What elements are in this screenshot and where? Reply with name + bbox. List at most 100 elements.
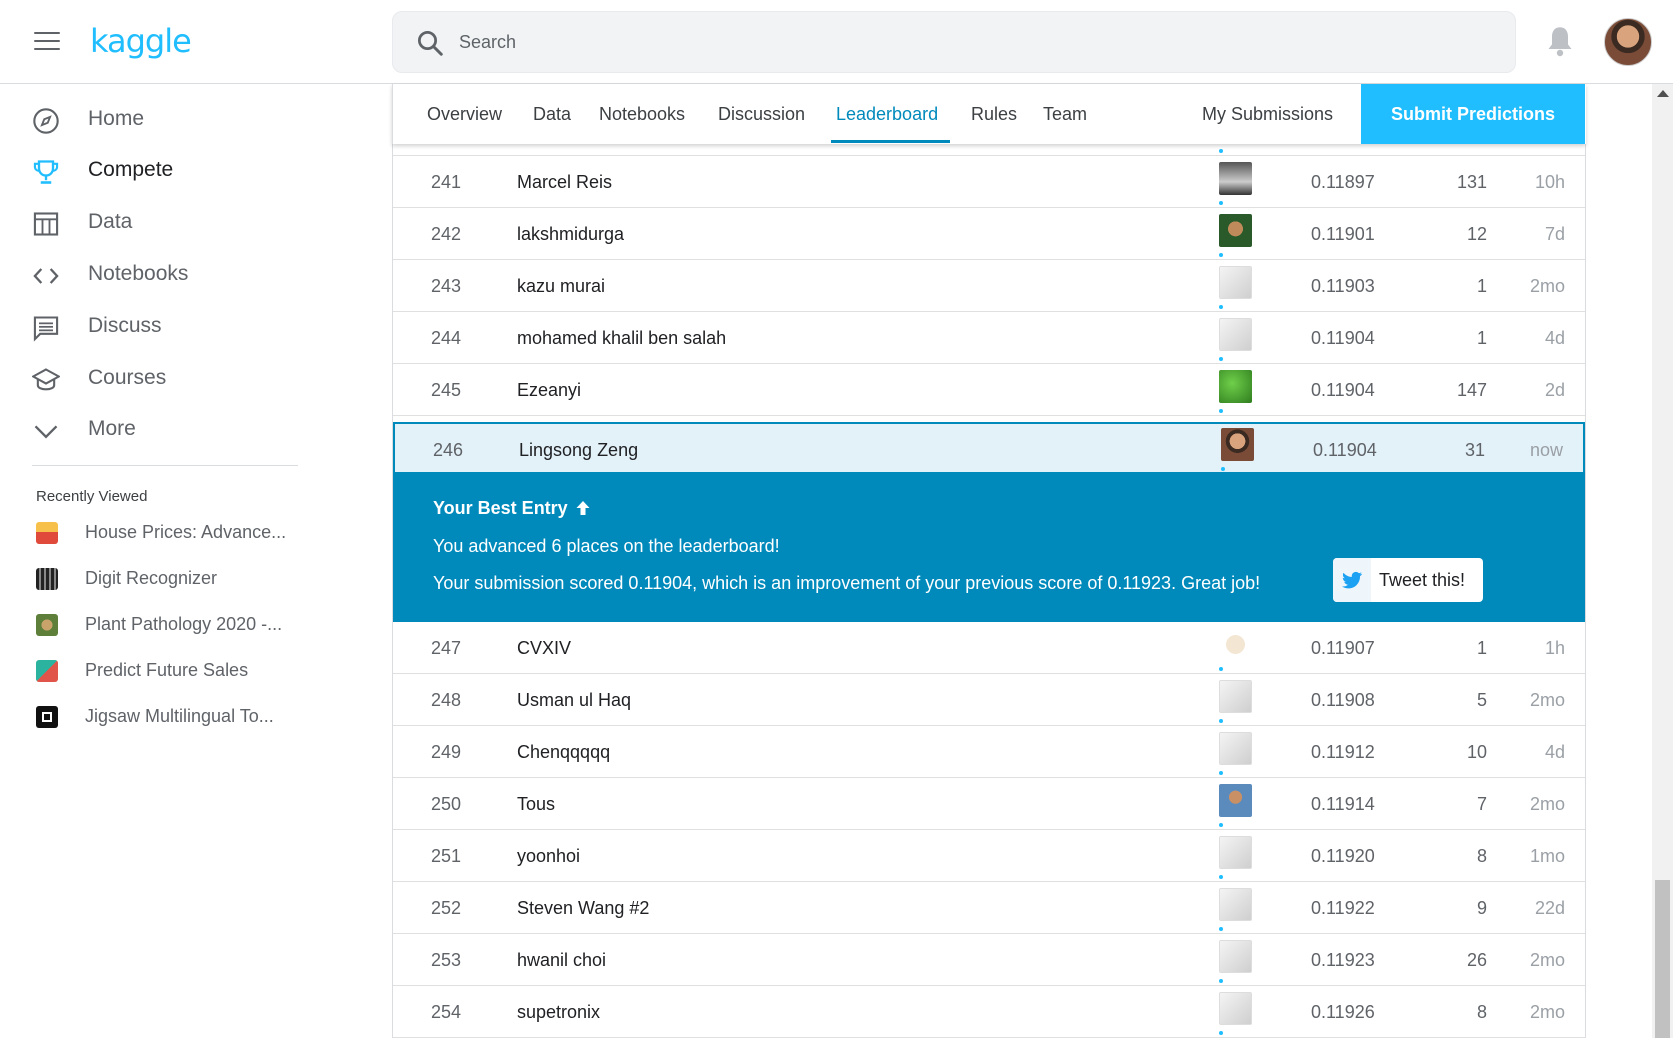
team-name-cell[interactable]: hwanil choi xyxy=(517,950,606,971)
user-avatar-icon[interactable] xyxy=(1219,162,1252,195)
scrollbar-thumb[interactable] xyxy=(1655,880,1670,1038)
user-avatar-icon[interactable] xyxy=(1221,428,1254,461)
table-row[interactable]: 247 CVXIV 0.11907 1 1h xyxy=(393,622,1585,674)
kaggle-app: kaggle Home xyxy=(0,0,1673,1038)
sidebar-item-compete[interactable]: Compete xyxy=(0,146,300,198)
user-avatar-icon[interactable] xyxy=(1219,214,1252,247)
user-avatar-icon[interactable] xyxy=(1219,370,1252,403)
team-name-cell[interactable]: Steven Wang #2 xyxy=(517,898,649,919)
table-row[interactable]: 242 lakshmidurga 0.11901 12 7d xyxy=(393,208,1585,260)
user-avatar-icon[interactable] xyxy=(1219,266,1252,299)
tier-dot xyxy=(1219,201,1223,205)
team-name-cell[interactable]: Ezeanyi xyxy=(517,380,581,401)
recent-item-house-prices[interactable]: House Prices: Advance... xyxy=(0,514,310,554)
entries-cell: 1 xyxy=(1476,276,1487,296)
table-row[interactable]: 241 Marcel Reis 0.11897 131 10h xyxy=(393,156,1585,208)
user-avatar-icon[interactable] xyxy=(1219,888,1252,921)
sidebar-item-discuss[interactable]: Discuss xyxy=(0,302,300,354)
tab-leaderboard[interactable]: Leaderboard xyxy=(836,84,938,144)
sidebar-item-label: Notebooks xyxy=(88,262,189,285)
table-row[interactable]: 244 mohamed khalil ben salah 0.11904 1 4… xyxy=(393,312,1585,364)
table-row[interactable] xyxy=(393,144,1585,156)
recent-item-digit-recognizer[interactable]: Digit Recognizer xyxy=(0,560,310,600)
table-icon xyxy=(33,212,59,236)
score-cell: 0.11904 xyxy=(1311,380,1375,400)
code-icon xyxy=(33,268,59,284)
tab-team[interactable]: Team xyxy=(1043,84,1087,144)
team-name-cell[interactable]: supetronix xyxy=(517,1002,600,1023)
sidebar-item-courses[interactable]: Courses xyxy=(0,354,300,406)
sidebar-item-notebooks[interactable]: Notebooks xyxy=(0,250,300,302)
last-submission-cell: 1h xyxy=(1544,638,1565,658)
bell-icon[interactable] xyxy=(1546,25,1574,57)
last-submission-cell: 1mo xyxy=(1529,846,1565,866)
tab-discussion[interactable]: Discussion xyxy=(718,84,805,144)
submit-predictions-button[interactable]: Submit Predictions xyxy=(1361,84,1585,144)
team-name-cell[interactable]: Tous xyxy=(517,794,555,815)
user-avatar[interactable] xyxy=(1604,18,1652,66)
scroll-up-icon[interactable] xyxy=(1657,90,1669,97)
tweet-button-label: Tweet this! xyxy=(1379,570,1466,590)
chevron-down-icon xyxy=(34,425,58,439)
team-name-cell[interactable]: lakshmidurga xyxy=(517,224,624,245)
tier-dot xyxy=(1219,357,1223,361)
user-avatar-icon[interactable] xyxy=(1219,732,1252,765)
table-row[interactable]: 250 Tous 0.11914 7 2mo xyxy=(393,778,1585,830)
user-avatar-icon[interactable] xyxy=(1219,784,1252,817)
table-row[interactable]: 252 Steven Wang #2 0.11922 9 22d xyxy=(393,882,1585,934)
user-avatar-icon[interactable] xyxy=(1219,940,1252,973)
team-name-cell[interactable]: kazu murai xyxy=(517,276,605,297)
tab-notebooks[interactable]: Notebooks xyxy=(599,84,685,144)
sidebar-divider xyxy=(32,465,298,466)
search-bar[interactable] xyxy=(392,11,1516,73)
tab-rules[interactable]: Rules xyxy=(971,84,1017,144)
kaggle-logo[interactable]: kaggle xyxy=(90,22,192,60)
page-scrollbar[interactable] xyxy=(1652,84,1673,1038)
sidebar-item-home[interactable]: Home xyxy=(0,95,300,147)
best-entry-banner: Your Best Entry You advanced 6 places on… xyxy=(393,474,1585,622)
entries-cell: 10 xyxy=(1466,742,1487,762)
entries-cell: 9 xyxy=(1476,898,1487,918)
rank-cell: 246 xyxy=(433,440,464,460)
user-avatar-icon[interactable] xyxy=(1219,318,1252,351)
table-row[interactable]: 245 Ezeanyi 0.11904 147 2d xyxy=(393,364,1585,416)
team-name-cell[interactable]: CVXIV xyxy=(517,638,571,659)
my-submissions-link[interactable]: My Submissions xyxy=(1202,84,1333,144)
compass-icon xyxy=(33,108,59,134)
team-name-cell[interactable]: Marcel Reis xyxy=(517,172,612,193)
table-row[interactable]: 251 yoonhoi 0.11920 8 1mo xyxy=(393,830,1585,882)
menu-icon[interactable] xyxy=(34,32,60,52)
tab-data[interactable]: Data xyxy=(533,84,571,144)
score-cell: 0.11920 xyxy=(1311,846,1375,866)
team-name-cell[interactable]: Chenqqqqq xyxy=(517,742,610,763)
team-name-cell[interactable]: Lingsong Zeng xyxy=(519,440,638,461)
sidebar-item-more[interactable]: More xyxy=(0,405,300,457)
tab-overview[interactable]: Overview xyxy=(427,84,502,144)
tier-dot xyxy=(1219,305,1223,309)
recent-item-plant-pathology[interactable]: Plant Pathology 2020 -... xyxy=(0,606,310,646)
my-team-row[interactable]: 246 Lingsong Zeng 0.11904 31 now xyxy=(393,422,1585,474)
user-avatar-icon[interactable] xyxy=(1219,836,1252,869)
table-row[interactable]: 243 kazu murai 0.11903 1 2mo xyxy=(393,260,1585,312)
sidebar-item-data[interactable]: Data xyxy=(0,198,300,250)
tier-dot xyxy=(1219,927,1223,931)
search-input[interactable] xyxy=(459,12,1489,72)
user-avatar-icon[interactable] xyxy=(1219,992,1252,1025)
advanced-message: You advanced 6 places on the leaderboard… xyxy=(433,536,780,556)
user-avatar-icon[interactable] xyxy=(1219,680,1252,713)
tier-dot xyxy=(1219,409,1223,413)
recent-item-predict-future-sales[interactable]: Predict Future Sales xyxy=(0,652,310,692)
team-name-cell[interactable]: Usman ul Haq xyxy=(517,690,631,711)
entries-cell: 26 xyxy=(1466,950,1487,970)
recent-item-jigsaw[interactable]: Jigsaw Multilingual To... xyxy=(0,698,310,738)
score-cell: 0.11922 xyxy=(1311,898,1375,918)
team-name-cell[interactable]: yoonhoi xyxy=(517,846,580,867)
user-avatar-icon[interactable] xyxy=(1219,628,1252,661)
table-row[interactable]: 254 supetronix 0.11926 8 2mo xyxy=(393,986,1585,1038)
table-row[interactable]: 249 Chenqqqqq 0.11912 10 4d xyxy=(393,726,1585,778)
score-cell: 0.11897 xyxy=(1311,172,1375,192)
table-row[interactable]: 248 Usman ul Haq 0.11908 5 2mo xyxy=(393,674,1585,726)
table-row[interactable]: 253 hwanil choi 0.11923 26 2mo xyxy=(393,934,1585,986)
team-name-cell[interactable]: mohamed khalil ben salah xyxy=(517,328,726,349)
tweet-button[interactable]: Tweet this! xyxy=(1333,558,1483,602)
